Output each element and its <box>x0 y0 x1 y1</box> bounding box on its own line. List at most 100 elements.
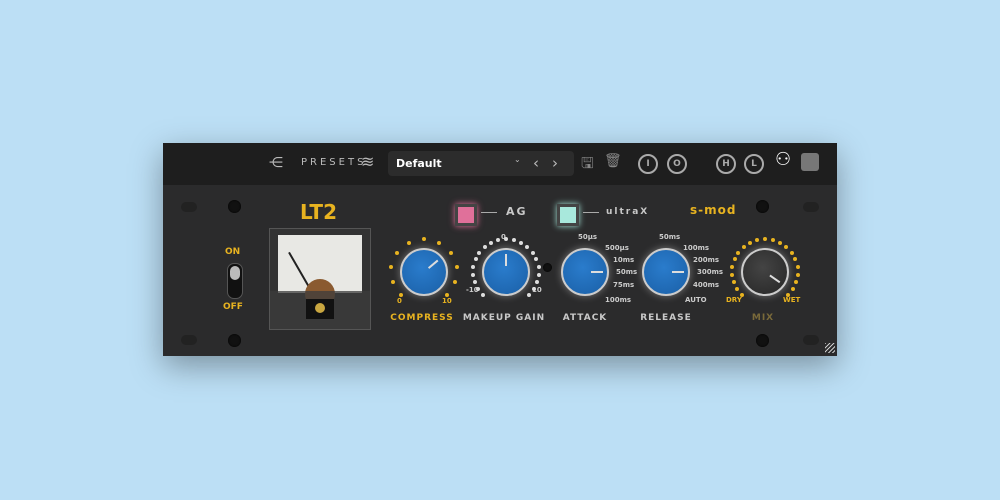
scale-dot <box>496 237 501 242</box>
scale-dot <box>398 293 403 298</box>
scale-dot <box>732 257 737 262</box>
power-off-label: OFF <box>223 302 243 312</box>
scale-dot <box>511 237 516 242</box>
release-step: 100ms <box>683 244 710 252</box>
rack-slot <box>181 202 197 212</box>
scale-dot <box>795 272 800 277</box>
trash-icon[interactable]: 🗑 <box>604 153 622 169</box>
ultrax-label: ultraX <box>606 207 650 217</box>
scale-dot <box>471 264 476 269</box>
scale-dot <box>777 240 782 245</box>
scale-dot <box>390 280 395 285</box>
scale-dot <box>480 293 485 298</box>
scale-dot <box>471 272 476 277</box>
scale-dot <box>794 280 799 285</box>
presets-label[interactable]: PRESETS <box>301 157 366 168</box>
scale-dot <box>453 280 458 285</box>
scale-dot <box>534 257 539 262</box>
scale-dot <box>472 280 477 285</box>
mix-min: DRY <box>726 296 742 304</box>
scale-dot <box>407 240 412 245</box>
top-toolbar: ⋲ PRESETS ≋ Default ⌄ ‹ › 🖫 🗑 I O H L ⚇ <box>163 143 837 185</box>
mix-knob[interactable] <box>741 248 789 296</box>
plugin-logo-icon[interactable] <box>801 153 819 171</box>
scale-dot <box>748 240 753 245</box>
release-step: 300ms <box>697 268 724 276</box>
release-step: AUTO <box>685 296 707 304</box>
user-icon[interactable]: ⚇ <box>775 149 791 170</box>
h-button[interactable]: H <box>716 154 736 174</box>
scale-dot <box>504 237 508 241</box>
rack-slot <box>803 335 819 345</box>
scale-dot <box>482 244 487 249</box>
input-button[interactable]: I <box>638 154 658 174</box>
ag-label: AG <box>506 205 528 218</box>
attack-knob[interactable] <box>561 248 609 296</box>
release-step: 50ms <box>659 233 681 241</box>
release-knob[interactable] <box>642 248 690 296</box>
scale-dot <box>448 250 453 255</box>
scale-dot <box>793 257 798 262</box>
screw <box>228 334 241 347</box>
scale-dot <box>741 244 746 249</box>
resize-handle[interactable] <box>825 343 835 353</box>
rack-slot <box>803 202 819 212</box>
scale-dot <box>730 272 735 277</box>
attack-step: 50ms <box>616 268 638 276</box>
scale-dot <box>422 237 426 241</box>
screw <box>756 200 769 213</box>
scale-dot <box>739 293 744 298</box>
rack-slot <box>181 335 197 345</box>
scale-dot <box>789 250 794 255</box>
screw <box>756 334 769 347</box>
preset-name: Default <box>396 157 442 170</box>
scale-dot <box>535 280 540 285</box>
scale-dot <box>730 264 735 269</box>
prev-preset-icon[interactable]: ‹ <box>533 154 539 172</box>
screw <box>543 263 552 272</box>
divider <box>583 212 599 213</box>
scale-dot <box>755 237 760 242</box>
vu-meter <box>269 228 371 330</box>
scale-dot <box>770 237 775 242</box>
compress-min: 0 <box>397 297 402 305</box>
release-label: RELEASE <box>640 313 692 323</box>
compress-max: 10 <box>442 297 452 305</box>
release-step: 400ms <box>693 281 720 289</box>
l-button[interactable]: L <box>744 154 764 174</box>
ultrax-button[interactable] <box>557 204 579 226</box>
attack-step: 75ms <box>613 281 635 289</box>
chevron-down-icon[interactable]: ⌄ <box>514 155 521 164</box>
scale-dot <box>536 272 541 277</box>
scale-dot <box>734 287 739 292</box>
mix-label: MIX <box>751 313 775 323</box>
scale-dot <box>436 240 441 245</box>
scale-dot <box>473 257 478 262</box>
save-icon[interactable]: 🖫 <box>581 153 594 178</box>
scale-dot <box>477 250 482 255</box>
compressor-plugin: ⋲ PRESETS ≋ Default ⌄ ‹ › 🖫 🗑 I O H L ⚇ … <box>163 143 837 356</box>
output-button[interactable]: O <box>667 154 687 174</box>
scale-dot <box>731 280 736 285</box>
routing-icon[interactable]: ⋲ <box>269 155 283 171</box>
mix-max: WET <box>783 296 801 304</box>
makeup-gain-knob[interactable] <box>482 248 530 296</box>
power-switch[interactable] <box>227 263 243 299</box>
next-preset-icon[interactable]: › <box>552 154 558 172</box>
scale-dot <box>489 240 494 245</box>
scale-dot <box>763 237 767 241</box>
scale-dot <box>530 250 535 255</box>
scale-dot <box>784 244 789 249</box>
product-title: LT2 <box>300 200 337 224</box>
ag-button[interactable] <box>455 204 477 226</box>
attack-step: 10ms <box>613 256 635 264</box>
scale-dot <box>475 287 480 292</box>
attack-step: 50µs <box>578 233 598 241</box>
preset-selector[interactable]: Default ⌄ ‹ › <box>388 151 574 176</box>
divider <box>481 212 497 213</box>
compress-knob[interactable] <box>400 248 448 296</box>
preset-browser-icon[interactable]: ≋ <box>361 152 374 171</box>
scale-dot <box>791 287 796 292</box>
attack-step: 100ms <box>605 296 632 304</box>
scale-dot <box>395 250 400 255</box>
